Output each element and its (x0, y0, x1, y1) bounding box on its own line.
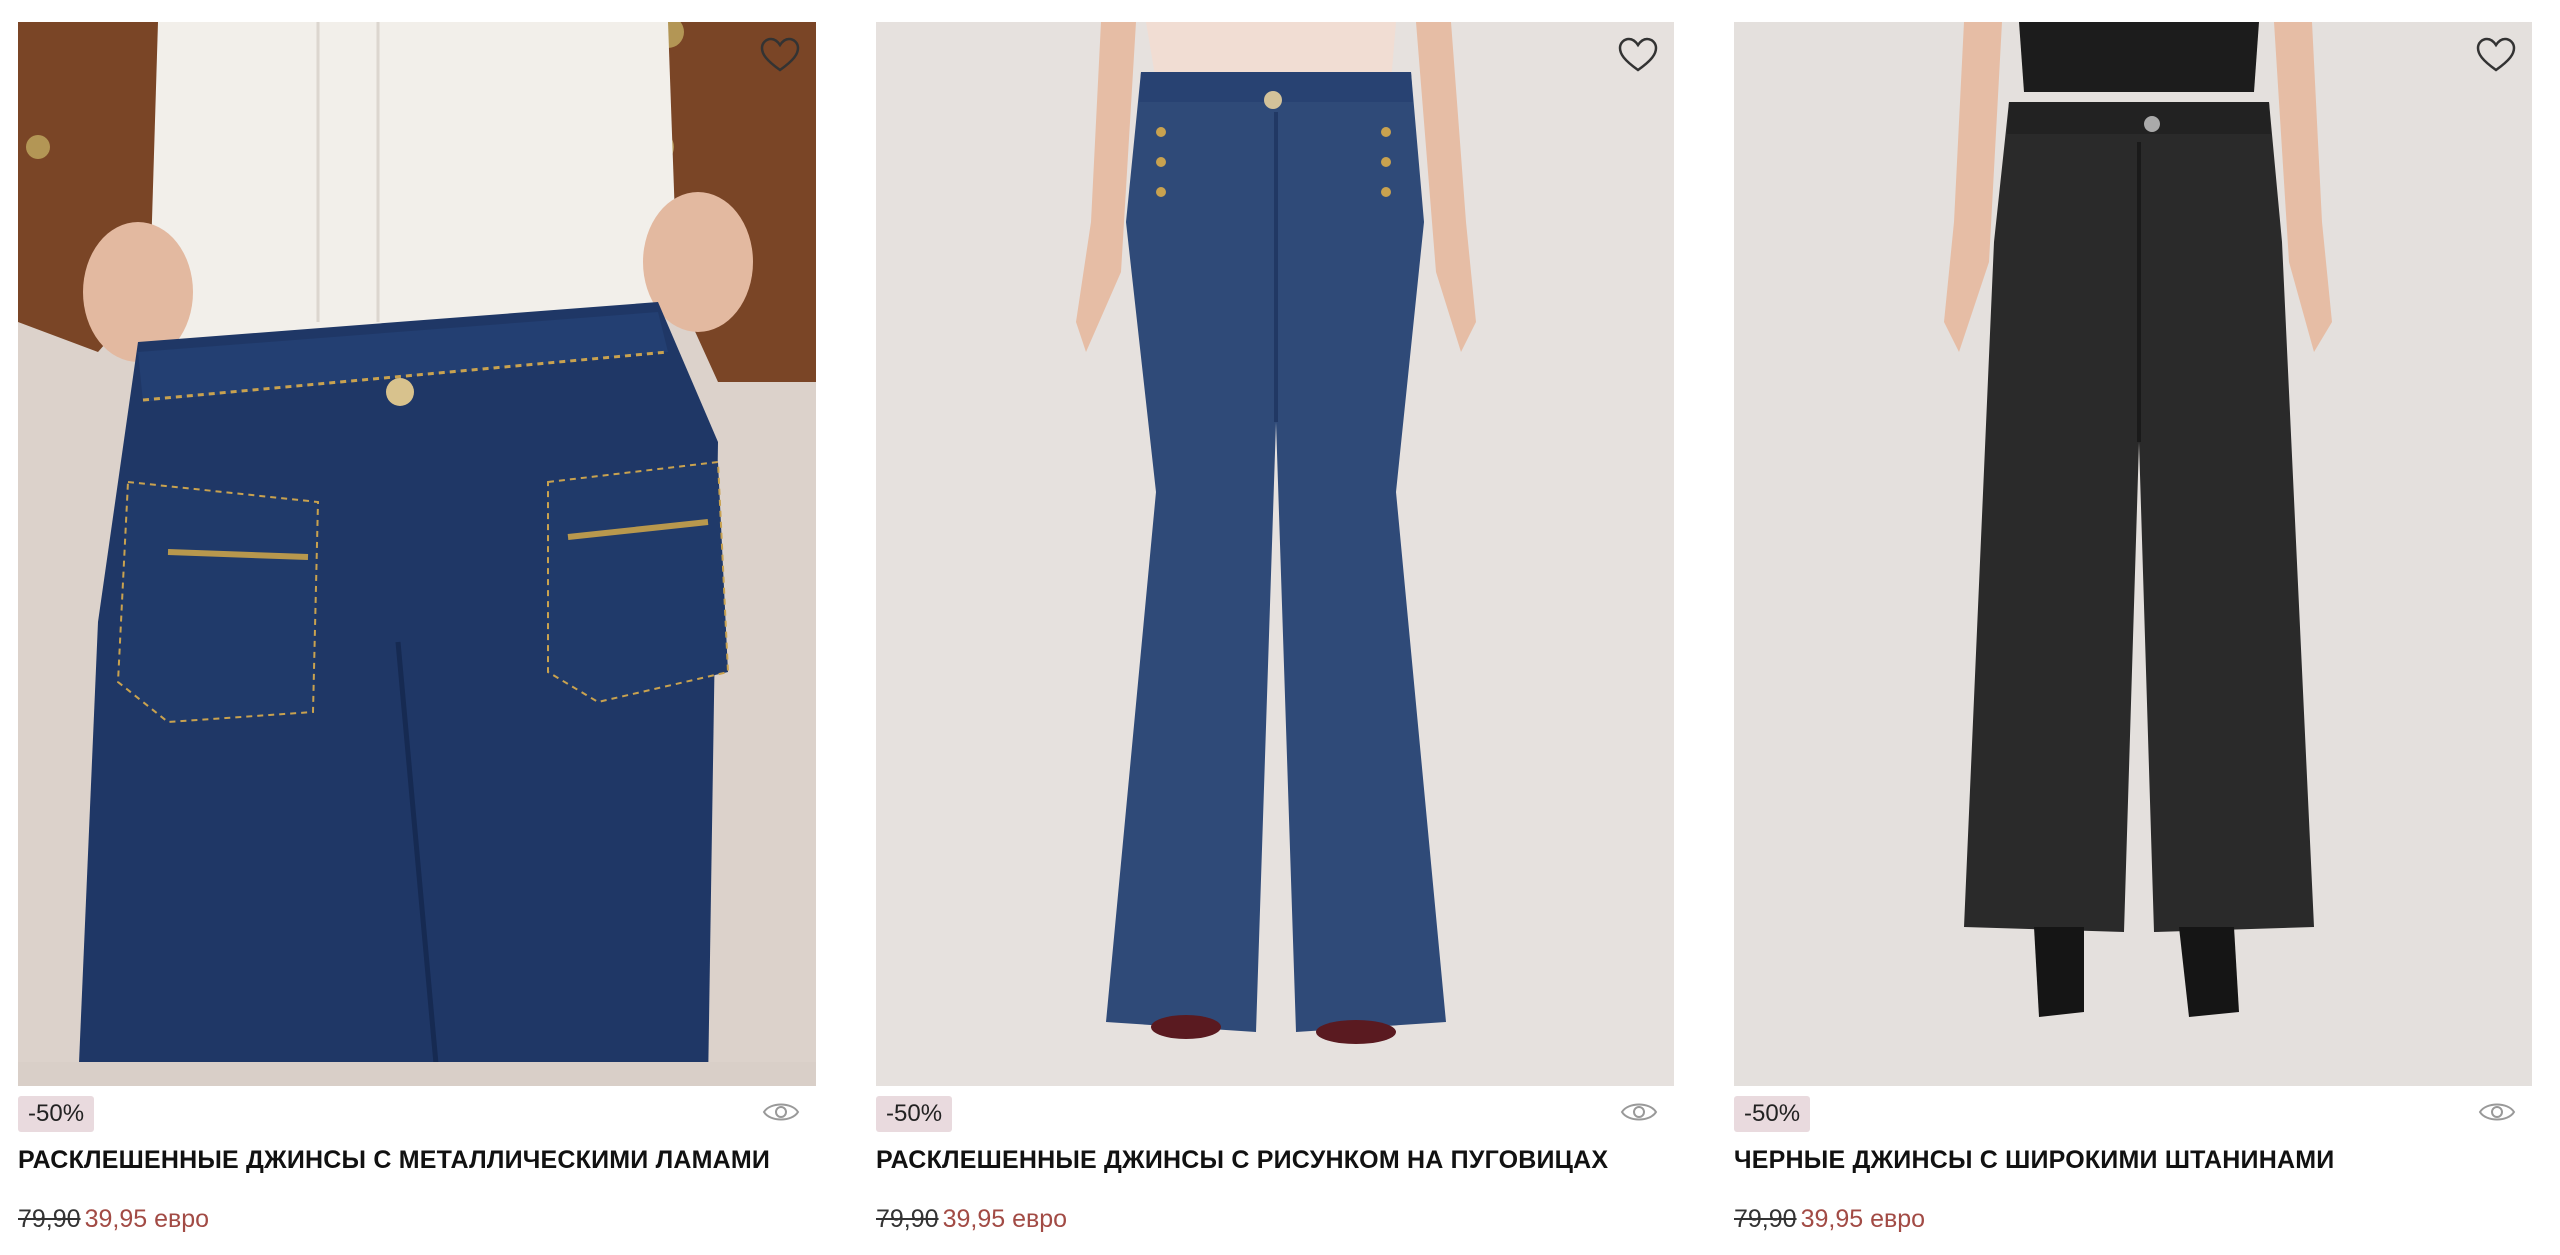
heart-icon (2476, 37, 2516, 72)
product-grid: -50% РАСКЛЕШЕННЫЕ ДЖИНСЫ С МЕТАЛЛИЧЕСКИМ… (0, 0, 2560, 1255)
product-card[interactable]: -50% РАСКЛЕШЕННЫЕ ДЖИНСЫ С РИСУНКОМ НА П… (876, 22, 1674, 1255)
eye-icon (2478, 1103, 2516, 1121)
sale-price: 39,95 евро (84, 1205, 210, 1233)
sale-price: 39,95 евро (942, 1205, 1068, 1233)
heart-icon (760, 37, 800, 72)
product-meta-row: -50% (18, 1096, 816, 1142)
product-title[interactable]: РАСКЛЕШЕННЫЕ ДЖИНСЫ С РИСУНКОМ НА ПУГОВИ… (876, 1146, 1674, 1175)
add-to-favorites-button[interactable] (760, 36, 800, 76)
old-price: 79,90 (1734, 1205, 1797, 1233)
discount-badge: -50% (876, 1096, 953, 1132)
discount-badge: -50% (1734, 1096, 1811, 1132)
heart-icon (1618, 37, 1658, 72)
product-title[interactable]: РАСКЛЕШЕННЫЕ ДЖИНСЫ С МЕТАЛЛИЧЕСКИМИ ЛАМ… (18, 1146, 816, 1175)
quick-view-button[interactable] (762, 1098, 800, 1126)
discount-badge: -50% (18, 1096, 95, 1132)
product-image[interactable] (876, 22, 1674, 1086)
sale-price: 39,95 евро (1800, 1205, 1926, 1233)
product-price: 79,90 39,95 евро (1734, 1205, 2532, 1234)
product-meta-row: -50% (876, 1096, 1674, 1142)
add-to-favorites-button[interactable] (1618, 36, 1658, 76)
product-image[interactable] (1734, 22, 2532, 1086)
product-card[interactable]: -50% РАСКЛЕШЕННЫЕ ДЖИНСЫ С МЕТАЛЛИЧЕСКИМ… (18, 22, 816, 1255)
product-image[interactable] (18, 22, 816, 1086)
product-price: 79,90 39,95 евро (18, 1205, 816, 1234)
product-title[interactable]: ЧЕРНЫЕ ДЖИНСЫ С ШИРОКИМИ ШТАНИНАМИ (1734, 1146, 2532, 1175)
old-price: 79,90 (18, 1205, 81, 1233)
product-photo-black-wide-jeans (1734, 22, 2532, 1086)
product-photo-jeans-closeup (18, 22, 816, 1086)
product-card[interactable]: -50% ЧЕРНЫЕ ДЖИНСЫ С ШИРОКИМИ ШТАНИНАМИ … (1734, 22, 2532, 1255)
eye-icon (762, 1103, 800, 1121)
quick-view-button[interactable] (1620, 1098, 1658, 1126)
eye-icon (1620, 1103, 1658, 1121)
quick-view-button[interactable] (2478, 1098, 2516, 1126)
product-meta-row: -50% (1734, 1096, 2532, 1142)
old-price: 79,90 (876, 1205, 939, 1233)
product-photo-flared-jeans (876, 22, 1674, 1086)
add-to-favorites-button[interactable] (2476, 36, 2516, 76)
product-price: 79,90 39,95 евро (876, 1205, 1674, 1234)
